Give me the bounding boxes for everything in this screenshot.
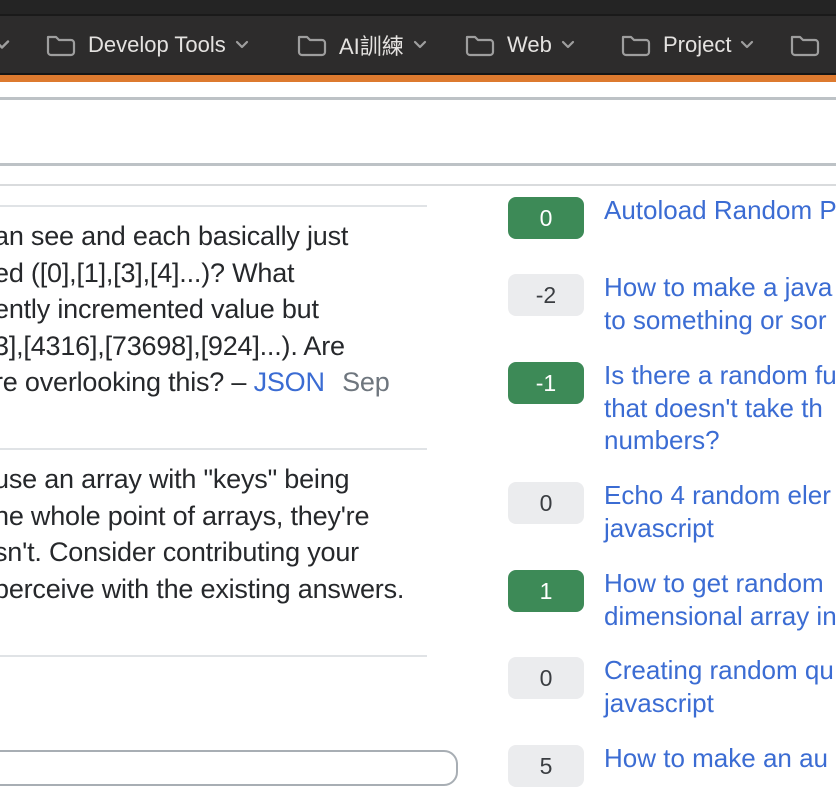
- chevron-down-icon: [740, 40, 754, 50]
- related-question-row: -1 Is there a random fu that doesn't tak…: [508, 362, 836, 404]
- bookmark-folder-project[interactable]: Project: [620, 32, 754, 58]
- comment-text-line: 3],[4316],[73698],[924]...). Are: [0, 328, 464, 365]
- divider: [0, 184, 836, 186]
- related-question-title-line: javascript: [604, 687, 834, 720]
- bookmark-folder-ai-training[interactable]: AI訓練: [296, 29, 427, 61]
- related-question-title-line: to something or sor: [604, 304, 832, 337]
- bookmark-label: Web: [507, 32, 552, 58]
- comment-text: re overlooking this? –: [0, 367, 246, 397]
- question-score-badge: 0: [508, 482, 584, 524]
- bookmark-label: Project: [663, 32, 731, 58]
- related-question-title-line: How to get random: [604, 567, 836, 600]
- chevron-down-icon: [561, 40, 575, 50]
- comment-text-line: re overlooking this? – JSON Sep: [0, 364, 464, 401]
- question-score-badge: 5: [508, 745, 584, 787]
- comment-divider: [0, 448, 427, 450]
- folder-icon: [789, 32, 820, 58]
- related-question-row: 0 Autoload Random P: [508, 197, 836, 239]
- related-question-title-line: How to make an au: [604, 742, 828, 775]
- related-question-link[interactable]: How to make a java to something or sor: [604, 271, 832, 336]
- folder-icon: [296, 32, 327, 58]
- comment-text-line: perceive with the existing answers.: [0, 571, 464, 608]
- bookmark-label: Develop Tools: [88, 32, 226, 58]
- comment-divider: [0, 655, 427, 657]
- related-question-link[interactable]: Is there a random fu that doesn't take t…: [604, 359, 836, 457]
- window-title-bar: [0, 0, 836, 14]
- chevron-down-icon: [235, 40, 249, 50]
- related-question-title-line: javascript: [604, 512, 831, 545]
- comment-text-line: use an array with "keys" being: [0, 461, 464, 498]
- related-question-link[interactable]: How to get random dimensional array in: [604, 567, 836, 632]
- comment-author-link[interactable]: JSON: [254, 367, 325, 397]
- question-score-badge: -2: [508, 274, 584, 316]
- divider: [0, 163, 836, 166]
- question-score-badge: -1: [508, 362, 584, 404]
- bookmark-folder-develop-tools[interactable]: Develop Tools: [45, 32, 249, 58]
- related-question-title-line: that doesn't take th: [604, 392, 836, 425]
- related-question-link[interactable]: Echo 4 random eler javascript: [604, 479, 831, 544]
- related-question-row: 5 How to make an au: [508, 745, 836, 787]
- bookmark-overflow-chevron-icon[interactable]: [0, 39, 10, 50]
- bookmarks-bar: Develop Tools AI訓練 Web Project: [0, 16, 836, 73]
- header-accent-bar: [0, 75, 836, 82]
- related-question-row: -2 How to make a java to something or so…: [508, 274, 836, 316]
- related-question-link[interactable]: How to make an au: [604, 742, 828, 775]
- related-question-title-line: Echo 4 random eler: [604, 479, 831, 512]
- bookmark-label: AI訓練: [339, 29, 404, 61]
- question-score-badge: 0: [508, 197, 584, 239]
- related-question-link[interactable]: Creating random qu javascript: [604, 654, 834, 719]
- related-question-row: 0 Echo 4 random eler javascript: [508, 482, 836, 524]
- comment: use an array with "keys" being he whole …: [0, 461, 464, 607]
- related-question-title-line: dimensional array in: [604, 600, 836, 633]
- comment-text-line: ently incremented value but: [0, 291, 464, 328]
- folder-icon: [620, 32, 651, 58]
- related-question-row: 0 Creating random qu javascript: [508, 657, 836, 699]
- related-question-title-line: Creating random qu: [604, 654, 834, 687]
- related-question-row: 1 How to get random dimensional array in: [508, 570, 836, 612]
- related-question-title-line: Autoload Random P: [604, 194, 836, 227]
- chevron-down-icon: [413, 40, 427, 50]
- comment-text-line: sn't. Consider contributing your: [0, 534, 464, 571]
- related-question-link[interactable]: Autoload Random P: [604, 194, 836, 227]
- folder-icon: [464, 32, 495, 58]
- bookmark-folder-partial[interactable]: [789, 32, 836, 58]
- divider: [0, 97, 836, 100]
- comment: an see and each basically just ed ([0],[…: [0, 218, 464, 401]
- comment-text-line: ed ([0],[1],[3],[4]...)? What: [0, 255, 464, 292]
- folder-icon: [45, 32, 76, 58]
- add-comment-textarea[interactable]: [0, 750, 458, 786]
- comment-text-line: an see and each basically just: [0, 218, 464, 255]
- related-question-title-line: Is there a random fu: [604, 359, 836, 392]
- question-score-badge: 0: [508, 657, 584, 699]
- related-question-title-line: How to make a java: [604, 271, 832, 304]
- comment-date: Sep: [342, 367, 389, 397]
- comment-text-line: he whole point of arrays, they're: [0, 498, 464, 535]
- question-score-badge: 1: [508, 570, 584, 612]
- related-question-title-line: numbers?: [604, 424, 836, 457]
- comment-divider: [0, 205, 427, 207]
- bookmark-folder-web[interactable]: Web: [464, 32, 575, 58]
